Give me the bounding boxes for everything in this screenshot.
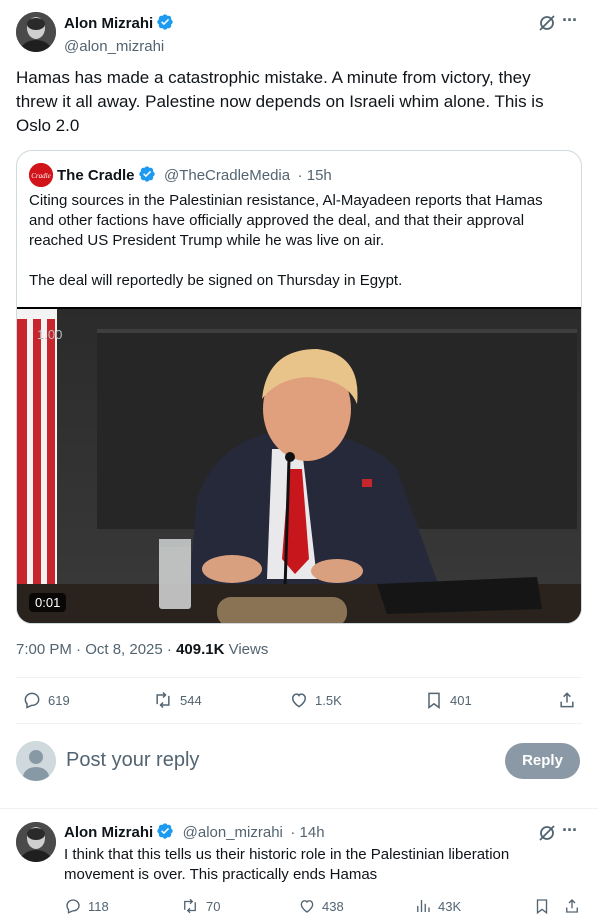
divider xyxy=(0,808,598,809)
verified-badge-icon xyxy=(156,13,174,36)
quote-author-avatar[interactable]: Cradle xyxy=(29,163,53,187)
quote-author-handle[interactable]: @TheCradleMedia xyxy=(164,167,290,184)
reply-button[interactable]: Reply xyxy=(505,743,580,779)
share-icon xyxy=(566,899,578,913)
user-avatar[interactable] xyxy=(16,741,56,781)
reply-like-action[interactable]: 438 xyxy=(298,897,344,915)
reply-author-handle[interactable]: @alon_mizrahi xyxy=(183,824,283,841)
post-text: Hamas has made a catastrophic mistake. A… xyxy=(16,68,544,135)
more-options-icon[interactable]: ··· xyxy=(562,10,582,30)
share-action[interactable] xyxy=(557,690,577,710)
heart-icon xyxy=(300,900,314,913)
repost-icon xyxy=(184,898,196,914)
grok-icon[interactable] xyxy=(537,13,557,33)
author-name[interactable]: Alon Mizrahi xyxy=(64,15,153,32)
reply-repost-action[interactable]: 70 xyxy=(180,897,220,915)
video-timestamp: 0:01 xyxy=(29,593,67,612)
reply-reply-count: 118 xyxy=(88,898,109,914)
share-icon xyxy=(560,692,574,708)
reply-time[interactable]: · 14h xyxy=(290,824,324,841)
reply-like-count: 438 xyxy=(322,898,344,914)
quote-time[interactable]: · 15h xyxy=(298,167,332,184)
more-label: ··· xyxy=(562,820,578,840)
like-action[interactable]: 1.5K xyxy=(289,690,342,710)
views-label: Views xyxy=(224,641,269,658)
more-label: ··· xyxy=(562,10,578,30)
bookmark-action[interactable]: 401 xyxy=(424,690,472,710)
reply-author-avatar[interactable] xyxy=(16,822,56,862)
repost-action[interactable]: 544 xyxy=(152,690,202,710)
bookmark-count: 401 xyxy=(450,692,472,708)
video-frame xyxy=(17,309,581,623)
reply-bookmark-action[interactable] xyxy=(533,897,551,915)
grok-icon[interactable] xyxy=(537,823,557,843)
author-handle[interactable]: @alon_mizrahi xyxy=(64,38,174,55)
divider xyxy=(16,723,582,724)
reply-input[interactable]: Post your reply xyxy=(66,749,199,772)
quote-paragraph-1: Citing sources in the Palestinian resist… xyxy=(29,192,543,249)
author-avatar[interactable] xyxy=(16,12,56,52)
verified-badge-icon xyxy=(138,165,156,188)
quote-author-name[interactable]: The Cradle xyxy=(57,167,135,184)
bookmark-icon xyxy=(428,692,440,709)
reply-views-action[interactable]: 43K xyxy=(414,897,461,915)
quoted-post[interactable]: Cradle The Cradle @TheCradleMedia · 15h … xyxy=(16,150,582,624)
repost-count: 544 xyxy=(180,692,202,708)
reply-icon xyxy=(66,899,80,914)
repost-icon xyxy=(156,691,170,709)
verified-badge-icon xyxy=(156,822,174,845)
reply-reply-action[interactable]: 118 xyxy=(64,897,109,915)
divider xyxy=(16,677,582,678)
video-player[interactable]: 1.00 0:01 xyxy=(17,307,581,623)
reply-author-name[interactable]: Alon Mizrahi xyxy=(64,824,153,841)
reply-action[interactable]: 619 xyxy=(22,690,70,710)
video-speed-label: 1.00 xyxy=(37,327,63,342)
quote-paragraph-2: The deal will reportedly be signed on Th… xyxy=(29,272,403,289)
logo-text: Cradle xyxy=(31,172,50,180)
author-identity[interactable]: Alon Mizrahi @alon_mizrahi xyxy=(64,13,174,55)
more-options-icon[interactable]: ··· xyxy=(562,820,582,840)
quote-identity[interactable]: The Cradle @TheCradleMedia · 15h xyxy=(57,165,332,188)
post-timestamp[interactable]: 7:00 PM · Oct 8, 2025 · xyxy=(16,641,176,658)
reply-identity[interactable]: Alon Mizrahi @alon_mizrahi · 14h xyxy=(64,822,325,845)
bookmark-icon xyxy=(536,899,548,915)
post-meta: 7:00 PM · Oct 8, 2025 · 409.1K Views xyxy=(16,641,268,658)
views-count: 409.1K xyxy=(176,641,225,658)
reply-icon xyxy=(24,692,40,709)
reply-views-count: 43K xyxy=(438,898,462,914)
like-count: 1.5K xyxy=(315,692,342,708)
reply-repost-count: 70 xyxy=(206,898,221,914)
reply-count: 619 xyxy=(48,692,70,708)
heart-icon xyxy=(291,693,307,708)
analytics-icon xyxy=(417,900,430,912)
reply-share-action[interactable] xyxy=(563,897,581,915)
reply-text: I think that this tells us their histori… xyxy=(64,846,510,883)
